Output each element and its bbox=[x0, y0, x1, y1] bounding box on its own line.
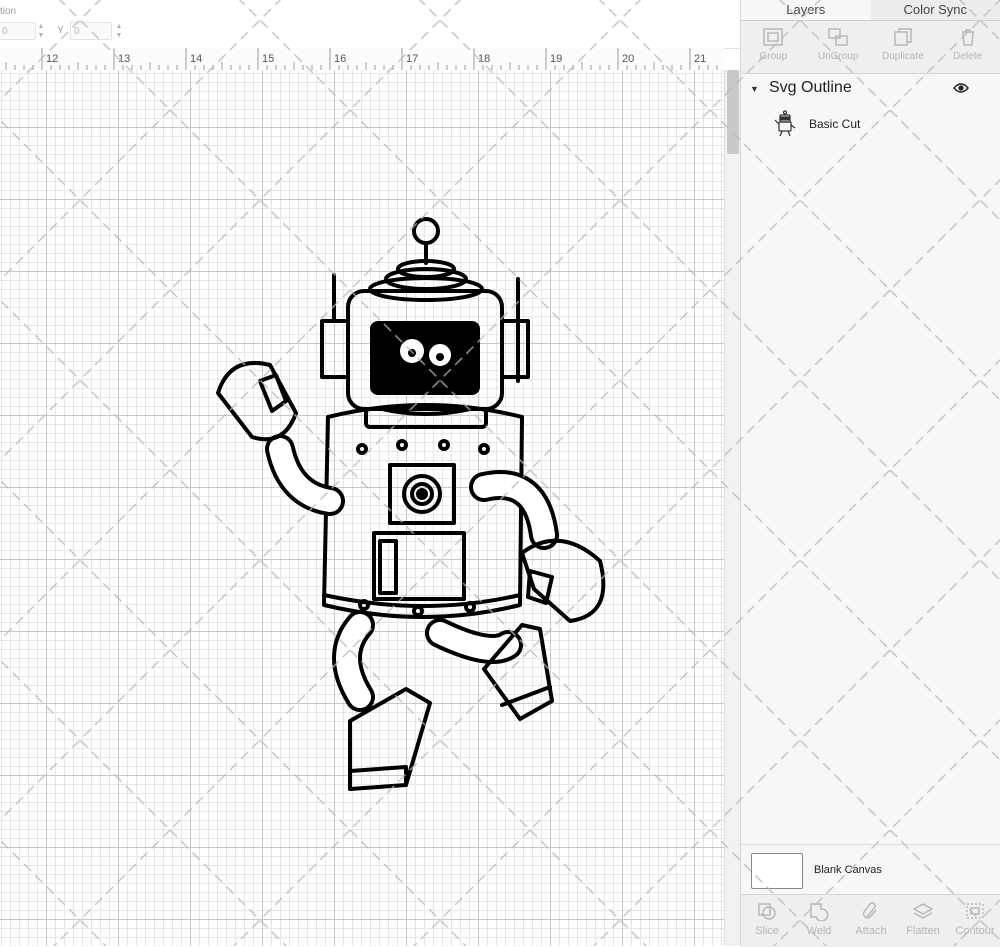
robot-rivet bbox=[414, 607, 422, 615]
layer-toolbar: Group UnGroup Duplicate Delete bbox=[741, 21, 1000, 74]
layer-group-title: Svg Outline bbox=[769, 79, 852, 97]
robot-leg-left-inner bbox=[347, 625, 360, 697]
robot-ear-right bbox=[502, 321, 528, 377]
bottom-toolbar: Slice Weld Attach Flatten Contour bbox=[741, 894, 1000, 947]
ruler-number: 14 bbox=[190, 53, 202, 65]
robot-foot-right-sole bbox=[502, 687, 550, 705]
robot-pupil-right bbox=[436, 353, 444, 361]
robot-chest-dial-core bbox=[418, 490, 426, 498]
ruler-number: 20 bbox=[622, 53, 634, 65]
robot-outline-artwork[interactable] bbox=[200, 205, 620, 805]
layer-item-label: Basic Cut bbox=[809, 117, 860, 131]
slice-button[interactable]: Slice bbox=[741, 895, 793, 947]
vertical-scrollbar[interactable] bbox=[724, 70, 740, 946]
weld-button-label: Weld bbox=[807, 925, 832, 937]
robot-rivet bbox=[358, 445, 366, 453]
slice-icon bbox=[756, 901, 778, 921]
ungroup-button[interactable]: UnGroup bbox=[806, 21, 871, 73]
attach-icon bbox=[860, 901, 882, 921]
design-canvas-area: tion 0 ▲▼ Y 0 ▲▼ 12 13 14 15 16 17 18 19 20 21 bbox=[0, 0, 740, 946]
trash-icon bbox=[957, 27, 979, 47]
attach-button[interactable]: Attach bbox=[845, 895, 897, 947]
ruler-number: 17 bbox=[406, 53, 418, 65]
robot-antenna-ball bbox=[414, 219, 438, 243]
robot-rivet bbox=[398, 441, 406, 449]
ungroup-icon bbox=[827, 27, 849, 47]
ungroup-button-label: UnGroup bbox=[818, 51, 859, 62]
x-stepper-icon[interactable]: ▲▼ bbox=[36, 22, 46, 40]
robot-rivet bbox=[360, 601, 368, 609]
blank-canvas-swatch[interactable] bbox=[751, 853, 803, 889]
layer-group-row[interactable]: ▼ Svg Outline bbox=[741, 76, 1000, 102]
ruler-number: 16 bbox=[334, 53, 346, 65]
robot-neck bbox=[366, 409, 486, 427]
group-button-label: Group bbox=[759, 51, 787, 62]
contour-button[interactable]: Contour bbox=[949, 895, 1000, 947]
robot-hand-right bbox=[522, 541, 603, 621]
tab-color-sync[interactable]: Color Sync bbox=[871, 0, 1000, 20]
ruler-number: 12 bbox=[46, 53, 58, 65]
robot-door-handle bbox=[380, 541, 396, 593]
blank-canvas-label: Blank Canvas bbox=[814, 864, 882, 876]
ruler-number: 18 bbox=[478, 53, 490, 65]
panel-tabs: Layers Color Sync bbox=[741, 0, 1000, 21]
blank-canvas-row[interactable]: Blank Canvas bbox=[741, 844, 1000, 895]
duplicate-icon bbox=[892, 27, 914, 47]
robot-foot-left-sole bbox=[350, 767, 406, 785]
robot-rivet bbox=[440, 441, 448, 449]
position-bar: tion 0 ▲▼ Y 0 ▲▼ bbox=[0, 0, 740, 49]
group-button[interactable]: Group bbox=[741, 21, 806, 73]
robot-thumbnail-icon bbox=[773, 110, 797, 138]
y-stepper-icon[interactable]: ▲▼ bbox=[114, 22, 124, 40]
flatten-button-label: Flatten bbox=[906, 925, 940, 937]
horizontal-ruler: 12 13 14 15 16 17 18 19 20 21 bbox=[0, 48, 724, 71]
flatten-button[interactable]: Flatten bbox=[897, 895, 949, 947]
delete-button-label: Delete bbox=[953, 51, 982, 62]
weld-icon bbox=[808, 901, 830, 921]
ruler-number: 15 bbox=[262, 53, 274, 65]
y-position-label: Y bbox=[57, 25, 64, 36]
y-position-input[interactable]: 0 bbox=[70, 22, 112, 40]
ruler-number: 21 bbox=[694, 53, 706, 65]
ruler-ticks: 12 13 14 15 16 17 18 19 20 21 bbox=[0, 48, 724, 70]
duplicate-button-label: Duplicate bbox=[882, 51, 924, 62]
x-position-value: 0 bbox=[2, 26, 8, 37]
contour-icon bbox=[964, 901, 986, 921]
duplicate-button[interactable]: Duplicate bbox=[871, 21, 936, 73]
ruler-number: 13 bbox=[118, 53, 130, 65]
contour-button-label: Contour bbox=[955, 925, 994, 937]
robot-pupil-left bbox=[408, 349, 416, 357]
group-icon bbox=[762, 27, 784, 47]
flatten-icon bbox=[912, 901, 934, 921]
attach-button-label: Attach bbox=[855, 925, 886, 937]
weld-button[interactable]: Weld bbox=[793, 895, 845, 947]
eye-icon[interactable] bbox=[953, 82, 969, 94]
y-position-value: 0 bbox=[74, 26, 80, 37]
slice-button-label: Slice bbox=[755, 925, 779, 937]
ruler-number: 19 bbox=[550, 53, 562, 65]
robot-ear-left bbox=[322, 321, 348, 377]
position-label: tion bbox=[0, 6, 16, 17]
tab-layers[interactable]: Layers bbox=[741, 0, 871, 20]
x-position-input[interactable]: 0 bbox=[0, 22, 36, 40]
robot-arm-right-inner bbox=[484, 485, 544, 535]
layers-panel: Layers Color Sync Group UnGroup Duplicat… bbox=[740, 0, 1000, 946]
delete-button[interactable]: Delete bbox=[935, 21, 1000, 73]
robot-rivet bbox=[466, 603, 474, 611]
layer-item-basic-cut[interactable]: Basic Cut bbox=[741, 106, 1000, 142]
robot-hand-left-finger bbox=[260, 375, 286, 411]
robot-rivet bbox=[480, 445, 488, 453]
scrollbar-thumb[interactable] bbox=[727, 70, 739, 154]
caret-down-icon[interactable]: ▼ bbox=[750, 84, 759, 94]
